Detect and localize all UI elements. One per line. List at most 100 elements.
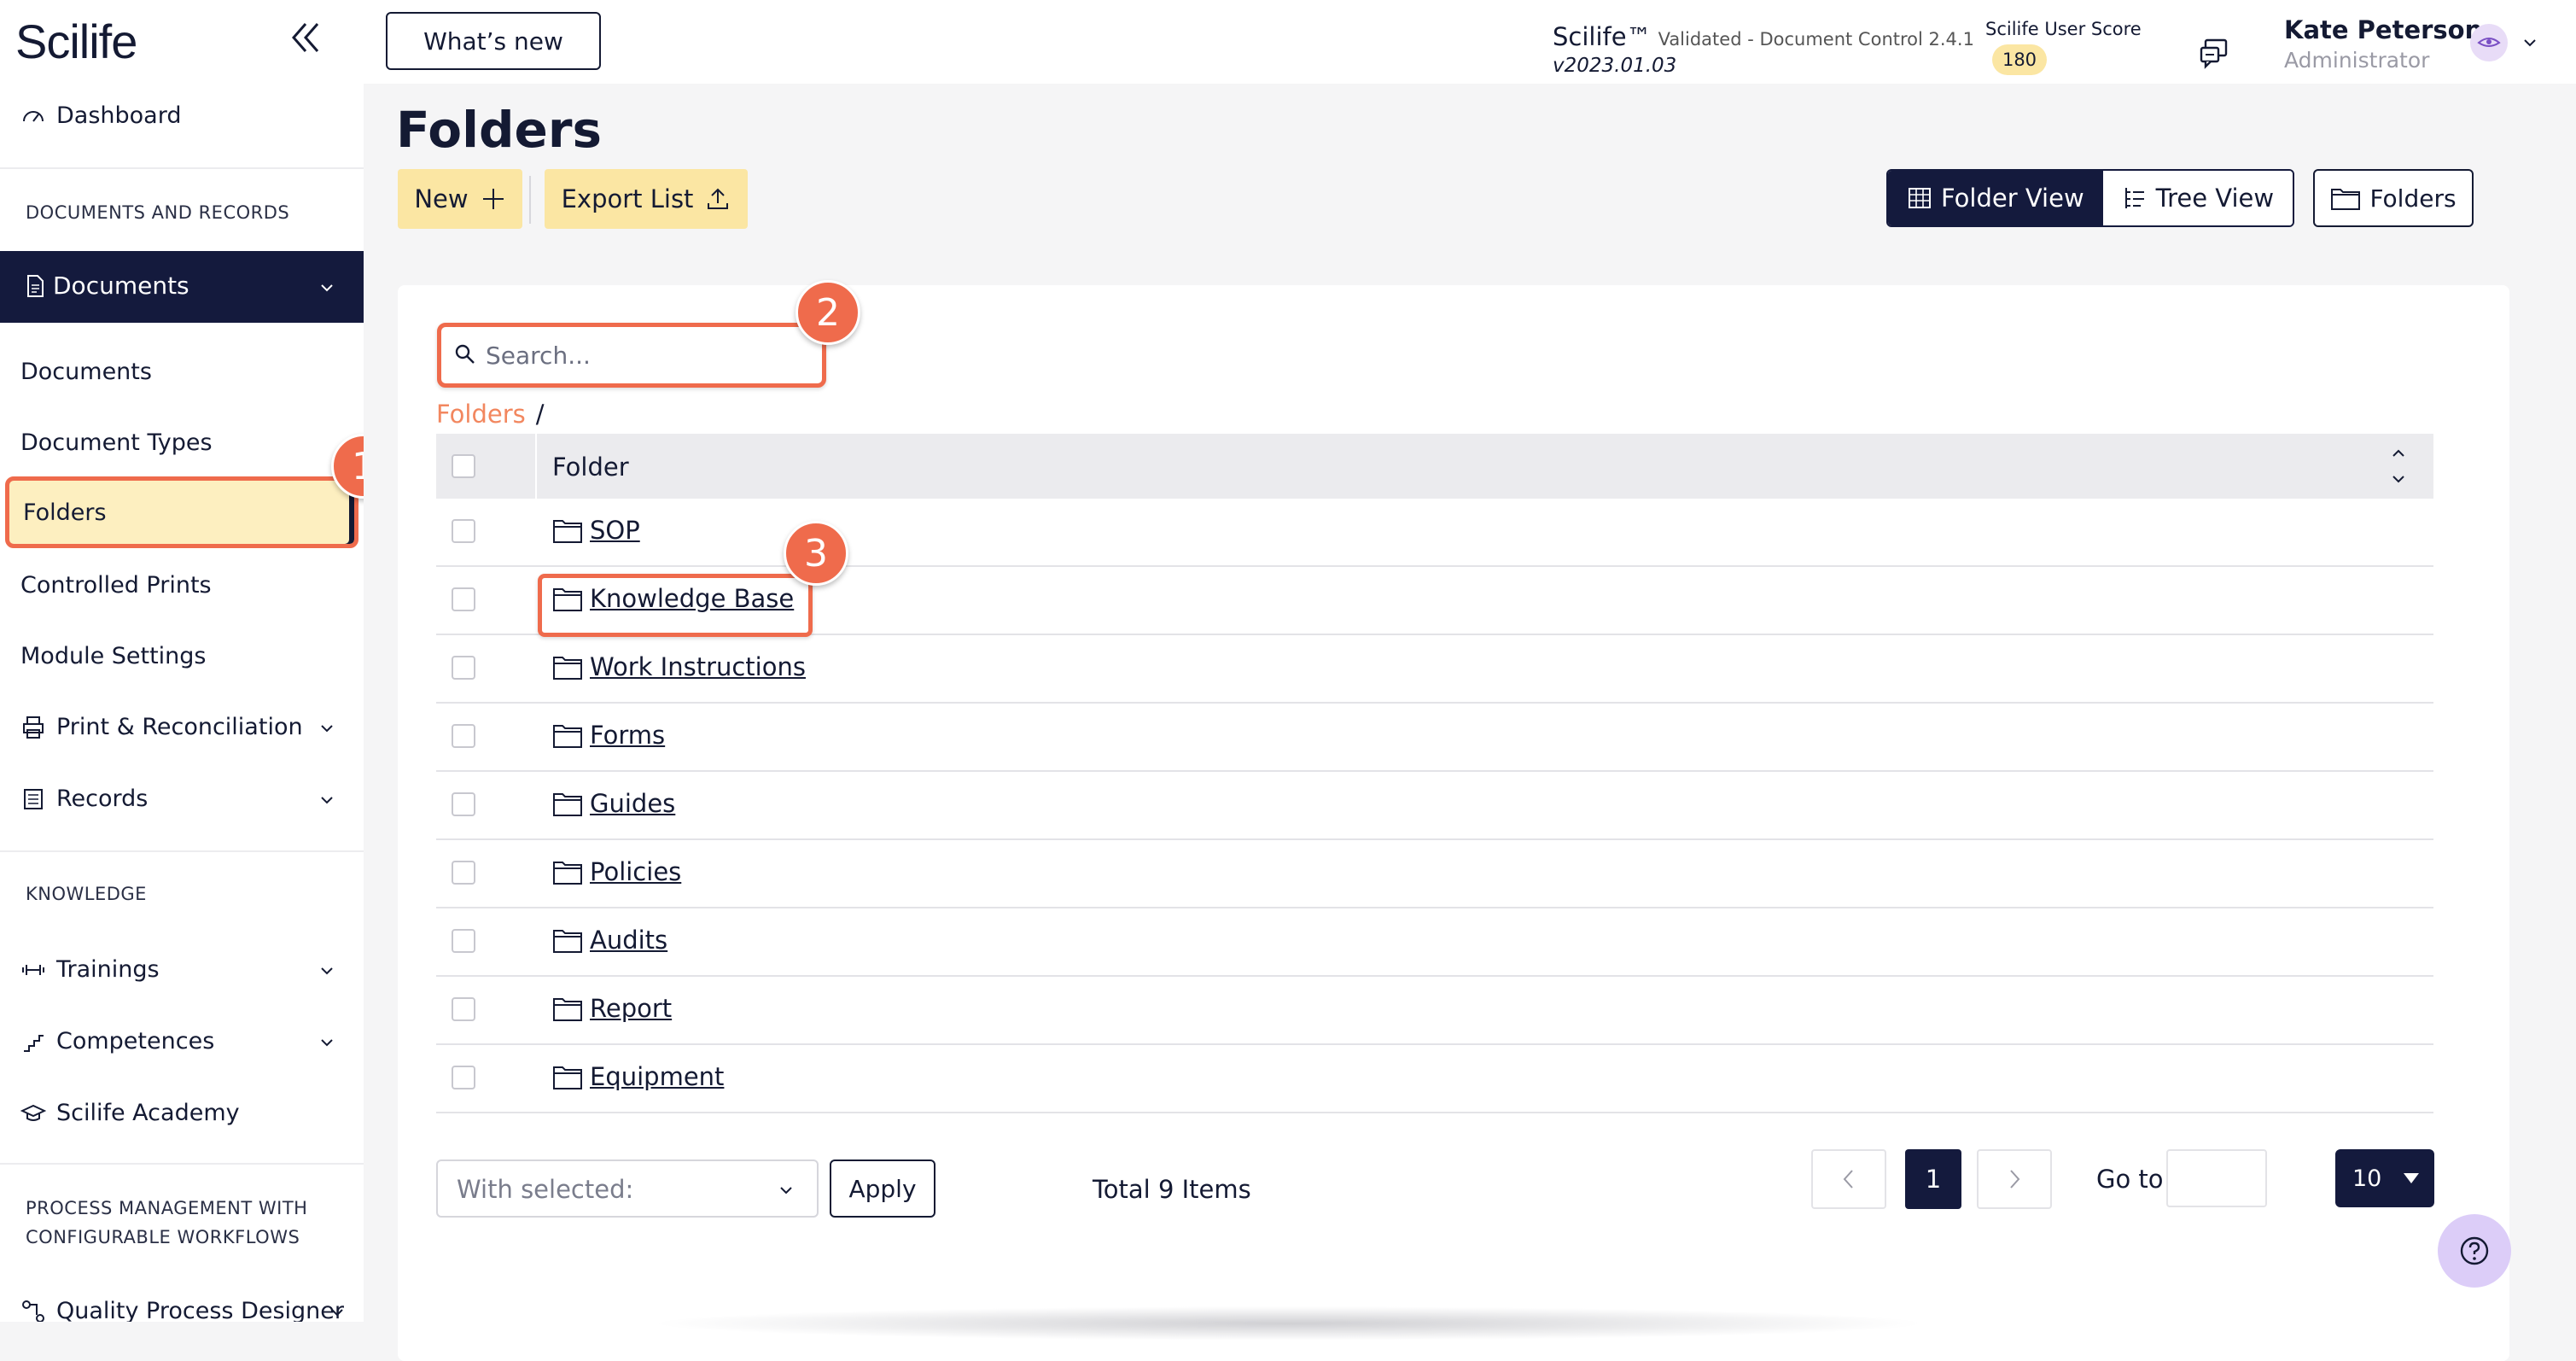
sidebar-item-label: Records [56, 786, 149, 812]
top-bar: What’s new Scilife™ Validated - Document … [364, 0, 2576, 84]
scilife-logo[interactable]: Scilife [15, 14, 137, 69]
sidebar-item-records[interactable]: Records [20, 786, 148, 812]
breadcrumb-root[interactable]: Folders [436, 400, 526, 429]
sidebar-item-label: Print & Reconciliation [56, 714, 303, 740]
folder-link-sop[interactable]: SOP [552, 516, 640, 545]
page-title: Folders [396, 101, 602, 159]
chevron-down-icon[interactable] [328, 1303, 347, 1322]
row-checkbox[interactable] [452, 587, 475, 611]
divider [0, 1163, 364, 1165]
dumbbell-icon [22, 964, 44, 975]
select-all-cell [436, 434, 537, 499]
folders-table: Folder SOP Knowledge Base Work Instructi… [436, 434, 2433, 1113]
folder-link-work-instructions[interactable]: Work Instructions [552, 652, 806, 681]
search-input[interactable] [484, 337, 812, 373]
step-badge-2: 2 [796, 280, 860, 345]
page-1-button[interactable]: 1 [1905, 1149, 1961, 1209]
sidebar-item-label: Folders [23, 499, 107, 526]
avatar[interactable] [2470, 24, 2508, 61]
sidebar-group-label: Documents [53, 272, 189, 300]
caret-down-icon [2404, 1173, 2419, 1183]
sidebar-item-competences[interactable]: Competences [20, 1028, 214, 1054]
sidebar-item-label: Competences [56, 1028, 215, 1054]
folder-link-equipment[interactable]: Equipment [552, 1062, 724, 1091]
select-all-checkbox[interactable] [452, 454, 475, 478]
folder-link-audits[interactable]: Audits [552, 926, 667, 955]
row-checkbox[interactable] [452, 861, 475, 885]
chevron-down-icon[interactable] [2521, 34, 2538, 51]
prev-page-button[interactable] [1811, 1149, 1886, 1209]
breadcrumb-separator: / [535, 400, 545, 429]
goto-label: Go to [2096, 1165, 2164, 1194]
folders-button[interactable]: Folders [2313, 169, 2474, 227]
folder-view-label: Folder View [1941, 184, 2084, 213]
stairs-icon [24, 1034, 44, 1052]
folder-link-report[interactable]: Report [552, 994, 672, 1023]
highlight-knowledge-base [538, 574, 813, 637]
sidebar-item-controlled-prints[interactable]: Controlled Prints [20, 572, 212, 599]
tree-view-label: Tree View [2155, 184, 2275, 213]
folder-view-button[interactable]: Folder View [1888, 171, 2103, 225]
row-checkbox[interactable] [452, 724, 475, 748]
table-row: Forms [436, 704, 2433, 772]
folder-icon [553, 520, 582, 543]
chevron-down-icon[interactable] [318, 1033, 336, 1052]
sidebar-item-folders[interactable]: Folders [5, 476, 358, 548]
tree-icon [2124, 188, 2144, 208]
chevron-down-icon[interactable] [318, 719, 336, 738]
sidebar-item-print-reconciliation[interactable]: Print & Reconciliation [20, 714, 343, 740]
section-heading-process-1: PROCESS MANAGEMENT WITH [26, 1198, 308, 1218]
collapse-sidebar-icon[interactable] [287, 19, 324, 56]
folder-name: Policies [590, 857, 682, 886]
user-name[interactable]: Kate Peterson [2284, 15, 2482, 44]
breadcrumb: Folders / [436, 400, 545, 429]
step-badge-3: 3 [784, 521, 848, 586]
row-checkbox[interactable] [452, 929, 475, 953]
new-button[interactable]: New [398, 169, 522, 229]
folder-link-forms[interactable]: Forms [552, 721, 665, 750]
next-page-button[interactable] [1977, 1149, 2052, 1209]
sidebar-item-quality-process-designer[interactable]: Quality Process Designer [20, 1298, 344, 1322]
workflow-icon [22, 1300, 44, 1322]
sidebar-item-dashboard[interactable]: Dashboard [20, 102, 181, 129]
help-button[interactable] [2438, 1214, 2511, 1288]
folder-link-guides[interactable]: Guides [552, 789, 675, 818]
folder-link-policies[interactable]: Policies [552, 857, 681, 886]
goto-page-input[interactable] [2166, 1149, 2267, 1207]
chat-icon[interactable] [2197, 36, 2231, 70]
export-list-button[interactable]: Export List [545, 169, 748, 229]
user-role: Administrator [2284, 48, 2430, 73]
total-items: Total 9 Items [1093, 1175, 1251, 1204]
with-selected-dropdown[interactable]: With selected: [436, 1159, 819, 1218]
sort-icon[interactable] [2389, 442, 2408, 490]
folder-icon [553, 657, 582, 680]
sidebar: Scilife Dashboard DOCUMENTS AND RECORDS … [0, 0, 364, 1322]
row-checkbox[interactable] [452, 519, 475, 543]
printer-icon [23, 716, 44, 739]
row-checkbox[interactable] [452, 792, 475, 816]
sidebar-group-documents[interactable]: Documents [0, 251, 364, 323]
search-box [437, 323, 826, 388]
plus-icon [482, 189, 504, 209]
sidebar-item-documents[interactable]: Documents [20, 359, 152, 385]
chevron-down-icon[interactable] [318, 791, 336, 809]
sidebar-item-trainings[interactable]: Trainings [20, 956, 160, 983]
row-checkbox[interactable] [452, 997, 475, 1021]
folder-name: SOP [590, 516, 640, 545]
page-size-select[interactable]: 10 [2335, 1149, 2434, 1207]
chevron-down-icon[interactable] [318, 961, 336, 980]
sidebar-item-document-types[interactable]: Document Types [20, 429, 213, 456]
tree-view-button[interactable]: Tree View [2102, 171, 2293, 225]
apply-button[interactable]: Apply [830, 1159, 935, 1218]
row-checkbox[interactable] [452, 656, 475, 680]
sidebar-item-academy[interactable]: Scilife Academy [20, 1100, 240, 1126]
row-checkbox[interactable] [452, 1066, 475, 1089]
whats-new-button[interactable]: What’s new [386, 12, 601, 70]
records-icon [24, 788, 43, 809]
toolbar-divider [529, 176, 531, 224]
column-header-folder[interactable]: Folder [552, 453, 629, 482]
new-button-label: New [414, 184, 469, 213]
folder-name: Guides [590, 789, 676, 818]
sidebar-item-label: Scilife Academy [56, 1100, 240, 1126]
sidebar-item-module-settings[interactable]: Module Settings [20, 643, 207, 669]
